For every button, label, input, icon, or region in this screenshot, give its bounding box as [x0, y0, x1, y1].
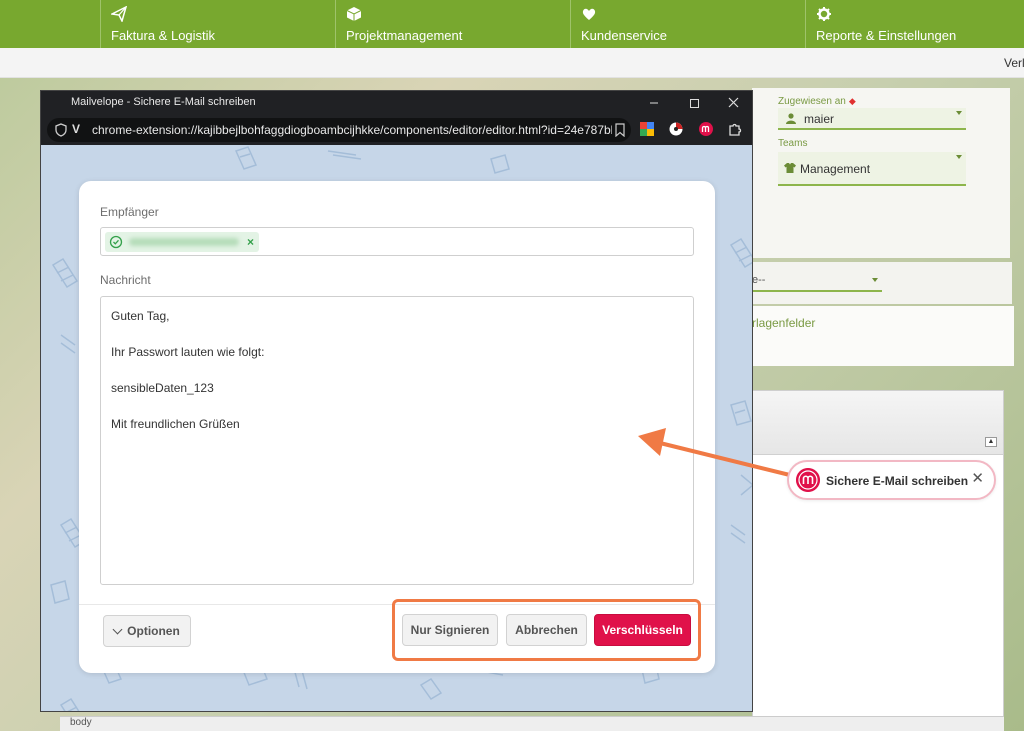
url-field[interactable]: V chrome-extension://kajibbejlbohfaggdio…: [47, 118, 631, 142]
address-bar: V chrome-extension://kajibbejlbohfaggdio…: [41, 115, 752, 145]
template-select[interactable]: e--: [752, 270, 882, 292]
nav-label: Projektmanagement: [346, 28, 463, 43]
nav-kundenservice[interactable]: Kundenservice: [570, 0, 806, 48]
recipient-label: Empfänger: [100, 205, 159, 219]
badge-label: Sichere E-Mail schreiben: [826, 474, 969, 488]
user-icon: [786, 113, 796, 124]
chevron-down-icon: [956, 155, 962, 159]
status-bar: body: [60, 716, 1004, 731]
puzzle-extensions-icon[interactable]: [727, 121, 743, 137]
chevron-down-icon: [956, 111, 962, 115]
template-fields-link[interactable]: rlagenfelder: [752, 316, 815, 330]
assigned-value: maier: [804, 112, 835, 126]
message-textarea[interactable]: Guten Tag, Ihr Passwort lauten wie folgt…: [100, 296, 694, 585]
mailvelope-compose-badge[interactable]: Sichere E-Mail schreiben ✕: [787, 460, 996, 500]
shield-icon: [55, 123, 67, 137]
message-line: Ihr Passwort lauten wie folgt:: [111, 345, 265, 359]
nav-label: Kundenservice: [581, 28, 667, 43]
chevron-down-icon: [112, 624, 123, 635]
teams-value: Management: [800, 162, 871, 176]
mailvelope-v-icon: V: [72, 122, 81, 136]
url-text: chrome-extension://kajibbejlbohfaggdiogb…: [92, 123, 612, 137]
window-titlebar: Mailvelope - Sichere E-Mail schreiben: [41, 91, 752, 115]
gear-icon: [817, 7, 831, 21]
recipient-address-blurred: [129, 238, 239, 246]
shirt-icon: [784, 163, 796, 173]
assigned-label: Zugewiesen an ◆: [778, 96, 856, 107]
collapse-button[interactable]: ▲: [985, 437, 997, 447]
nav-reporte-einstellungen[interactable]: Reporte & Einstellungen: [805, 0, 1024, 48]
template-select-value: e--: [752, 274, 766, 286]
window-title: Mailvelope - Sichere E-Mail schreiben: [71, 96, 256, 108]
options-label: Optionen: [127, 624, 180, 638]
recipient-chip[interactable]: ×: [105, 232, 259, 252]
minimize-icon[interactable]: [647, 95, 663, 111]
template-fields-area: [752, 306, 1014, 366]
remove-recipient-icon[interactable]: ×: [247, 235, 254, 249]
status-bar-text: body: [70, 717, 92, 728]
mailvelope-extension-icon[interactable]: [698, 121, 714, 137]
recipient-input[interactable]: ×: [100, 227, 694, 256]
button-highlight-annotation: [392, 599, 701, 661]
subbar-right-text[interactable]: Verl: [1004, 56, 1024, 70]
message-line: Mit freundlichen Grüßen: [111, 417, 240, 431]
close-icon[interactable]: ✕: [971, 471, 984, 487]
required-marker: ◆: [848, 96, 856, 106]
chevron-down-icon: [872, 278, 878, 282]
heart-icon: [582, 8, 596, 20]
teams-label: Teams: [778, 138, 808, 149]
box-icon: [346, 7, 362, 21]
check-circle-icon: [109, 235, 123, 249]
close-icon[interactable]: [726, 95, 742, 111]
assignment-panel: Zugewiesen an ◆ maier Teams Management: [752, 88, 1010, 258]
scan-extension-icon[interactable]: [668, 121, 684, 137]
message-label: Nachricht: [100, 273, 151, 287]
nav-faktura-logistik[interactable]: Faktura & Logistik: [100, 0, 336, 48]
send-icon: [111, 6, 127, 22]
maximize-icon[interactable]: [687, 95, 703, 111]
nav-label: Faktura & Logistik: [111, 28, 216, 43]
top-navigation: Faktura & Logistik Projektmanagement Kun…: [0, 0, 1024, 48]
nav-label: Reporte & Einstellungen: [816, 28, 957, 43]
google-extension-icon[interactable]: [639, 121, 655, 137]
nav-projektmanagement[interactable]: Projektmanagement: [335, 0, 571, 48]
message-line: Guten Tag,: [111, 309, 170, 323]
options-button[interactable]: Optionen: [103, 615, 191, 647]
mailvelope-logo-icon: [796, 468, 820, 492]
message-line: sensibleDaten_123: [111, 381, 214, 395]
assigned-select[interactable]: maier: [778, 108, 966, 130]
annotation-arrow: [638, 428, 803, 480]
mailvelope-editor-window: Mailvelope - Sichere E-Mail schreiben V …: [40, 90, 753, 712]
bookmark-icon[interactable]: [615, 123, 625, 137]
sub-toolbar: Verl: [0, 48, 1024, 78]
teams-select[interactable]: Management: [778, 152, 966, 186]
